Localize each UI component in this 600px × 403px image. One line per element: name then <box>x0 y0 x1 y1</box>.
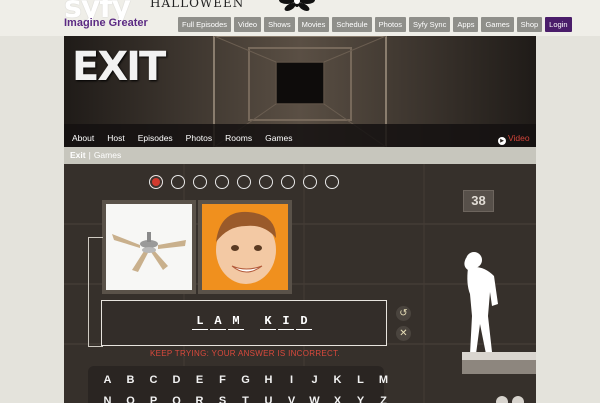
key-n[interactable]: N <box>96 395 119 403</box>
answer-letter[interactable]: I <box>278 314 294 330</box>
exit-show-logo[interactable]: EXIT <box>72 44 166 90</box>
answer-letters: L A M K I D <box>192 314 314 330</box>
site-header: syfy HALLOWEEN Imagine Greater Full Epis… <box>0 0 600 36</box>
key-g[interactable]: G <box>234 374 257 386</box>
key-o[interactable]: O <box>119 395 142 403</box>
show-subnav: About Host Episodes Photos Rooms Games <box>72 133 292 143</box>
answer-letter[interactable]: D <box>296 314 312 330</box>
keyboard-row-2: N O P Q R S T U V W X Y Z <box>96 395 395 403</box>
nav-shows[interactable]: Shows <box>264 17 295 32</box>
answer-letter[interactable]: A <box>210 314 226 330</box>
progress-dot <box>281 175 295 189</box>
key-m[interactable]: M <box>372 374 395 386</box>
key-d[interactable]: D <box>165 374 188 386</box>
answer-letter[interactable]: M <box>228 314 244 330</box>
subnav-host[interactable]: Host <box>107 133 124 143</box>
nav-syfy-sync[interactable]: Syfy Sync <box>409 17 451 32</box>
circle-control-icon[interactable] <box>496 396 508 403</box>
nav-games[interactable]: Games <box>481 17 514 32</box>
clear-icon[interactable]: ✕ <box>396 326 411 341</box>
progress-dot <box>259 175 273 189</box>
subnav-photos[interactable]: Photos <box>186 133 212 143</box>
progress-dot <box>171 175 185 189</box>
key-v[interactable]: V <box>280 395 303 403</box>
subnav-games[interactable]: Games <box>265 133 292 143</box>
key-a[interactable]: A <box>96 374 119 386</box>
progress-dot <box>237 175 251 189</box>
video-link[interactable]: ▶ Video <box>498 133 530 145</box>
ledge-platform <box>462 352 536 374</box>
progress-dot <box>303 175 317 189</box>
key-f[interactable]: F <box>211 374 234 386</box>
subnav-episodes[interactable]: Episodes <box>138 133 173 143</box>
play-icon: ▶ <box>498 137 506 145</box>
progress-dot <box>193 175 207 189</box>
key-k[interactable]: K <box>326 374 349 386</box>
halloween-promo[interactable]: HALLOWEEN <box>150 0 244 10</box>
tagline: Imagine Greater <box>64 17 148 29</box>
word-gap <box>246 314 260 330</box>
nav-video[interactable]: Video <box>234 17 262 32</box>
nav-apps[interactable]: Apps <box>453 17 479 32</box>
undo-icon[interactable]: ↺ <box>396 306 411 321</box>
video-link-label: Video <box>508 133 530 143</box>
key-p[interactable]: P <box>142 395 165 403</box>
answer-letter[interactable]: L <box>192 314 208 330</box>
key-j[interactable]: J <box>303 374 326 386</box>
clue-image-kid <box>198 200 292 294</box>
breadcrumb-games[interactable]: Games <box>94 150 121 160</box>
countdown-timer: 38 <box>463 190 494 212</box>
key-l[interactable]: L <box>349 374 372 386</box>
key-t[interactable]: T <box>234 395 257 403</box>
progress-dot <box>325 175 339 189</box>
ceiling-fan-image <box>106 204 192 290</box>
keyboard-row-1: A B C D E F G H I J K L M <box>96 374 395 386</box>
show-banner: EXIT About Host Episodes Photos Rooms Ga… <box>64 36 536 147</box>
breadcrumb: Exit | Games <box>64 147 536 164</box>
feedback-message: KEEP TRYING: YOUR ANSWER IS INCORRECT. <box>150 349 340 358</box>
circle-control-icon[interactable] <box>512 396 524 403</box>
key-r[interactable]: R <box>188 395 211 403</box>
nav-movies[interactable]: Movies <box>297 17 330 32</box>
subnav-about[interactable]: About <box>72 133 94 143</box>
nav-shop[interactable]: Shop <box>516 17 543 32</box>
flower-graphic-icon <box>279 0 315 11</box>
corner-controls <box>496 396 524 403</box>
subnav-rooms[interactable]: Rooms <box>225 133 252 143</box>
key-u[interactable]: U <box>257 395 280 403</box>
answer-box[interactable]: L A M K I D <box>101 300 387 346</box>
key-i[interactable]: I <box>280 374 303 386</box>
clue-image-fan <box>102 200 196 294</box>
breadcrumb-current[interactable]: Exit <box>70 150 86 160</box>
letter-keyboard: A B C D E F G H I J K L M N O P Q R S T … <box>88 366 388 403</box>
progress-dot <box>149 175 163 189</box>
kid-photo-image <box>202 204 288 290</box>
key-s[interactable]: S <box>211 395 234 403</box>
key-q[interactable]: Q <box>165 395 188 403</box>
key-x[interactable]: X <box>326 395 349 403</box>
nav-photos[interactable]: Photos <box>374 17 406 32</box>
breadcrumb-separator: | <box>88 150 91 160</box>
progress-dot <box>215 175 229 189</box>
key-y[interactable]: Y <box>349 395 372 403</box>
key-h[interactable]: H <box>257 374 280 386</box>
key-b[interactable]: B <box>119 374 142 386</box>
key-e[interactable]: E <box>188 374 211 386</box>
round-progress <box>149 175 339 189</box>
nav-full-episodes[interactable]: Full Episodes <box>178 17 232 32</box>
key-z[interactable]: Z <box>372 395 395 403</box>
game-area: 38 L A M K I D ↺ ✕ KEEP TRYING: YOUR ANS… <box>64 164 536 403</box>
key-w[interactable]: W <box>303 395 326 403</box>
answer-letter[interactable]: K <box>260 314 276 330</box>
nav-schedule[interactable]: Schedule <box>332 17 372 32</box>
top-nav: Full Episodes Video Shows Movies Schedul… <box>178 17 572 32</box>
thinking-man-silhouette-icon <box>464 252 498 354</box>
key-c[interactable]: C <box>142 374 165 386</box>
login-button[interactable]: Login <box>545 17 572 32</box>
